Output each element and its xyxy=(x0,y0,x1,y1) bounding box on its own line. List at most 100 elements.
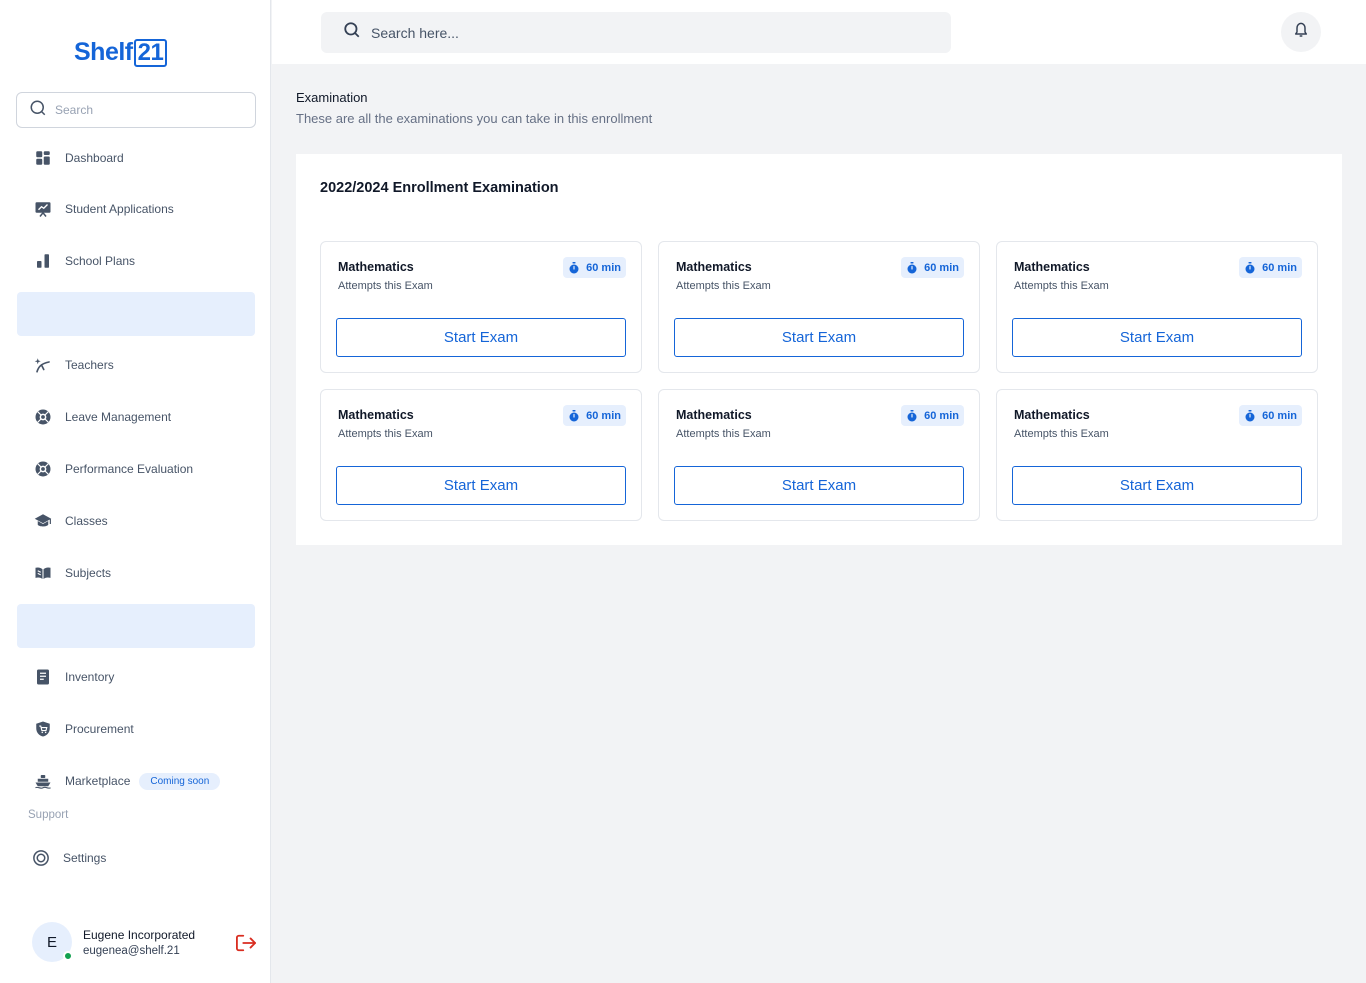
panel-title: 2022/2024 Enrollment Examination xyxy=(320,180,559,196)
duration-badge: 60 min xyxy=(563,257,626,278)
duration-badge: 60 min xyxy=(1239,257,1302,278)
sidebar-item-label: Performance Evaluation xyxy=(65,462,194,476)
exam-attempts: Attempts this Exam xyxy=(676,428,771,440)
start-exam-button[interactable]: Start Exam xyxy=(1012,318,1302,357)
exam-card: Mathematics Attempts this Exam 60 min St… xyxy=(996,389,1318,521)
sidebar-item-label: School Plans xyxy=(65,254,136,268)
duration-text: 60 min xyxy=(924,261,959,274)
duration-badge: 60 min xyxy=(901,257,964,278)
dashboard-icon xyxy=(34,149,52,167)
duration-badge: 60 min xyxy=(901,405,964,426)
duration-text: 60 min xyxy=(1262,409,1297,422)
sidebar-item-dashboard[interactable]: Dashboard xyxy=(16,138,256,178)
coming-soon-badge: Coming soon xyxy=(139,772,221,790)
notifications-button[interactable] xyxy=(1281,12,1321,52)
sidebar-item-label: Dashboard xyxy=(65,151,124,165)
stopwatch-icon xyxy=(1245,409,1255,421)
sidebar-item-classes[interactable]: Classes xyxy=(16,501,256,541)
exam-attempts: Attempts this Exam xyxy=(676,280,771,292)
logo-box: 21 xyxy=(133,38,168,67)
exam-attempts: Attempts this Exam xyxy=(338,428,433,440)
search-icon xyxy=(343,21,361,44)
exam-subject: Mathematics xyxy=(676,260,752,274)
exam-attempts: Attempts this Exam xyxy=(1014,280,1109,292)
avatar: E xyxy=(32,922,73,962)
duration-badge: 60 min xyxy=(1239,405,1302,426)
sidebar-item-label: Teachers xyxy=(65,358,114,372)
exam-card: Mathematics Attempts this Exam 60 min St… xyxy=(320,389,642,521)
duration-text: 60 min xyxy=(1262,261,1297,274)
lifebuoy-icon xyxy=(34,460,52,478)
shelf21-logo[interactable]: Shelf 21 xyxy=(74,38,168,67)
sidebar-highlight-block xyxy=(17,604,255,648)
duration-badge: 60 min xyxy=(563,405,626,426)
settings-icon xyxy=(32,849,50,867)
duration-text: 60 min xyxy=(586,261,621,274)
document-list-icon xyxy=(34,668,52,686)
sidebar-item-subjects[interactable]: Subjects xyxy=(16,553,256,593)
global-search xyxy=(321,12,951,53)
sidebar-item-settings[interactable]: Settings xyxy=(16,838,256,878)
teacher-icon xyxy=(34,356,52,374)
start-exam-button[interactable]: Start Exam xyxy=(336,466,626,505)
stopwatch-icon xyxy=(1245,261,1255,273)
sidebar-item-performance-evaluation[interactable]: Performance Evaluation xyxy=(16,449,256,489)
sidebar-item-label: Marketplace xyxy=(65,774,131,788)
logout-icon[interactable] xyxy=(235,933,257,953)
duration-text: 60 min xyxy=(586,409,621,422)
exam-card: Mathematics Attempts this Exam 60 min St… xyxy=(320,241,642,373)
sidebar-highlight-block xyxy=(17,292,255,336)
lifebuoy-icon xyxy=(34,408,52,426)
user-name: Eugene Incorporated xyxy=(83,927,196,942)
sidebar-item-leave-management[interactable]: Leave Management xyxy=(16,397,256,437)
start-exam-button[interactable]: Start Exam xyxy=(674,466,964,505)
page-title: Examination xyxy=(296,90,368,105)
book-icon xyxy=(34,564,52,582)
sidebar-item-label: Settings xyxy=(63,851,107,865)
bar-chart-icon xyxy=(34,252,52,270)
sidebar-item-student-applications[interactable]: Student Applications xyxy=(16,189,256,229)
sidebar-item-label: Leave Management xyxy=(65,410,172,424)
bell-icon xyxy=(1293,21,1309,44)
shield-cart-icon xyxy=(34,720,52,738)
stopwatch-icon xyxy=(569,409,579,421)
sidebar-item-inventory[interactable]: Inventory xyxy=(16,657,256,697)
exam-card: Mathematics Attempts this Exam 60 min St… xyxy=(658,241,980,373)
global-search-input[interactable] xyxy=(371,24,931,41)
user-email: eugenea@shelf.21 xyxy=(83,944,180,957)
top-bar xyxy=(272,0,1366,64)
sidebar: Shelf21 Dashboard Student Applications S… xyxy=(0,0,271,983)
exam-attempts: Attempts this Exam xyxy=(338,280,433,292)
support-section-label: Support xyxy=(28,809,69,821)
exam-card: Mathematics Attempts this Exam 60 min St… xyxy=(658,389,980,521)
sidebar-item-label: Student Applications xyxy=(65,202,174,216)
exam-subject: Mathematics xyxy=(676,408,752,422)
sidebar-item-teachers[interactable]: Teachers xyxy=(16,345,256,385)
sidebar-item-procurement[interactable]: Procurement xyxy=(16,709,256,749)
exam-subject: Mathematics xyxy=(338,260,414,274)
sidebar-item-marketplace[interactable]: Marketplace Coming soon xyxy=(16,761,256,801)
stopwatch-icon xyxy=(569,261,579,273)
search-icon xyxy=(29,99,47,122)
presentation-chart-icon xyxy=(34,200,52,218)
start-exam-button[interactable]: Start Exam xyxy=(674,318,964,357)
sidebar-item-label: Classes xyxy=(65,514,108,528)
online-status-dot xyxy=(63,951,73,961)
start-exam-button[interactable]: Start Exam xyxy=(1012,466,1302,505)
stopwatch-icon xyxy=(907,261,917,273)
exam-panel: 2022/2024 Enrollment Examination Mathema… xyxy=(296,154,1342,545)
sidebar-item-label: Subjects xyxy=(65,566,112,580)
avatar-initial: E xyxy=(46,933,57,951)
graduation-cap-icon xyxy=(34,512,52,530)
stopwatch-icon xyxy=(907,409,917,421)
page-subtitle: These are all the examinations you can t… xyxy=(296,111,653,126)
duration-text: 60 min xyxy=(924,409,959,422)
sidebar-item-school-plans[interactable]: School Plans xyxy=(16,241,256,281)
exam-card: Mathematics Attempts this Exam 60 min St… xyxy=(996,241,1318,373)
user-profile[interactable]: E Eugene Incorporated eugenea@shelf.21 xyxy=(32,922,195,962)
logo-text: Shelf xyxy=(74,38,133,66)
exam-attempts: Attempts this Exam xyxy=(1014,428,1109,440)
start-exam-button[interactable]: Start Exam xyxy=(336,318,626,357)
sidebar-search-input[interactable] xyxy=(55,103,235,117)
exam-subject: Mathematics xyxy=(338,408,414,422)
